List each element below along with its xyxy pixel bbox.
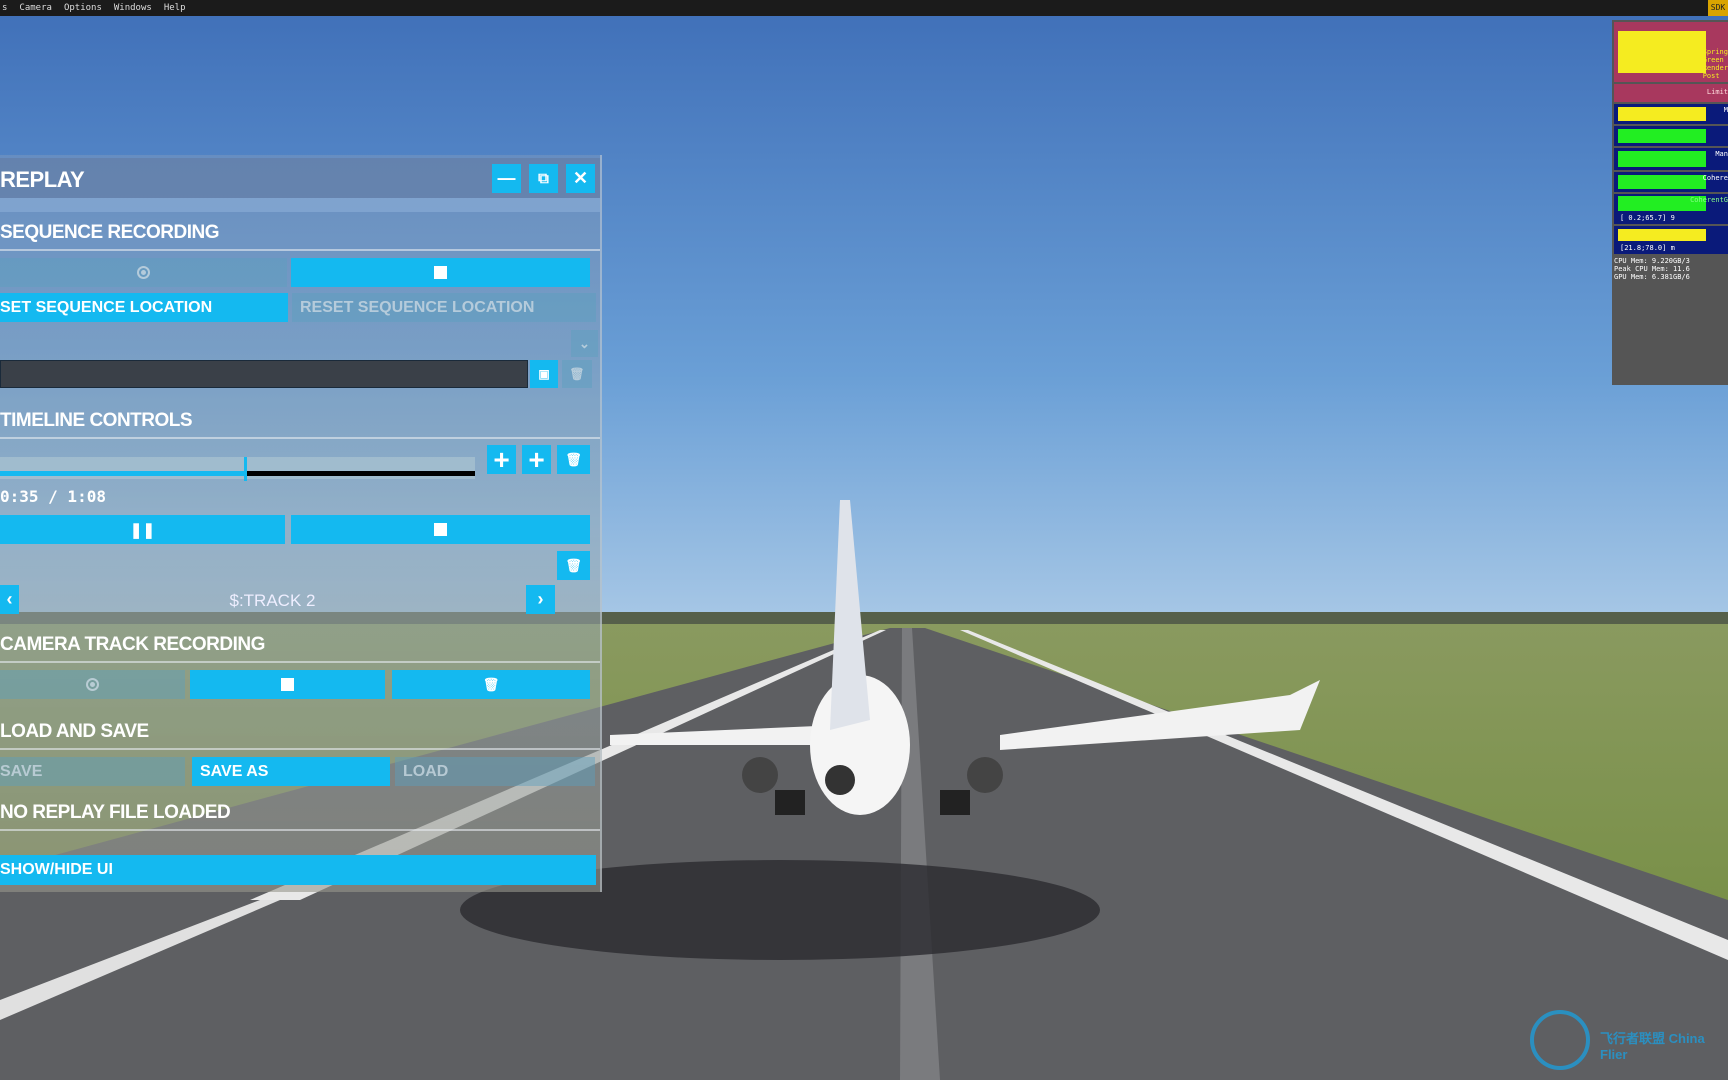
load-button[interactable]: LOAD bbox=[395, 757, 595, 786]
menu-options[interactable]: Options bbox=[64, 3, 102, 13]
graph-label: Man bbox=[1715, 150, 1728, 158]
limit-label: Limit bbox=[1706, 88, 1728, 96]
section-title: TIMELINE CONTROLS bbox=[0, 410, 193, 431]
replay-status: NO REPLAY FILE LOADED bbox=[0, 795, 600, 831]
save-as-button[interactable]: SAVE AS bbox=[192, 757, 390, 786]
set-sequence-location-button[interactable]: SET SEQUENCE LOCATION bbox=[0, 293, 288, 322]
watermark-logo: 飞行者联盟 China Flier bbox=[1530, 1010, 1720, 1070]
watermark-text: 飞行者联盟 China Flier bbox=[1600, 1031, 1705, 1062]
next-track-button[interactable]: › bbox=[526, 585, 555, 614]
timeline-progress bbox=[0, 471, 245, 476]
save-button[interactable]: SAVE bbox=[0, 757, 185, 786]
panel-titlebar[interactable]: REPLAY — ⧉ ✕ bbox=[0, 158, 600, 198]
track-label: $:TRACK 2 bbox=[229, 591, 316, 610]
close-button[interactable]: ✕ bbox=[566, 164, 595, 193]
graph-labels: Spring Green Render Post bbox=[1702, 48, 1728, 80]
status-text: NO REPLAY FILE LOADED bbox=[0, 802, 231, 823]
graph-label: M bbox=[1723, 106, 1728, 114]
memory-stats: CPU Mem: 9.220GB/3 Peak CPU Mem: 11.6 GP… bbox=[1614, 257, 1690, 281]
stop-sequence-button[interactable] bbox=[291, 258, 590, 287]
sequence-name-input[interactable] bbox=[0, 360, 528, 388]
add-marker-button[interactable]: + bbox=[522, 444, 551, 475]
delete-track-button[interactable]: 🗑 bbox=[557, 551, 590, 580]
graph-label: CoherentG bbox=[1690, 196, 1728, 204]
frame-graph: Spring Green Render Post bbox=[1614, 22, 1728, 82]
timeline-slider[interactable] bbox=[0, 457, 475, 481]
section-title: SEQUENCE RECORDING bbox=[0, 222, 220, 243]
show-hide-ui-button[interactable]: SHOW/HIDE UI bbox=[0, 855, 596, 885]
menu-bar: s Camera Options Windows Help SDK bbox=[0, 0, 1728, 16]
menu-help[interactable]: Help bbox=[164, 3, 186, 13]
performance-overlay: Spring Green Render Post Limit M Man Coh… bbox=[1612, 20, 1728, 385]
sdk-button[interactable]: SDK bbox=[1708, 0, 1728, 16]
stop-camera-track-button[interactable] bbox=[190, 670, 385, 699]
camera-track-recording-header: CAMERA TRACK RECORDING bbox=[0, 627, 600, 663]
timeline-handle[interactable] bbox=[243, 457, 247, 481]
menu-item[interactable]: s bbox=[2, 3, 7, 13]
stop-icon bbox=[434, 266, 447, 279]
minimize-button[interactable]: — bbox=[492, 164, 521, 193]
chevron-down-icon[interactable]: ⌄ bbox=[571, 330, 598, 357]
replay-panel: REPLAY — ⧉ ✕ SEQUENCE RECORDING SET SEQU… bbox=[0, 155, 602, 892]
record-icon bbox=[86, 678, 99, 691]
divider bbox=[0, 198, 600, 212]
stop-playback-button[interactable] bbox=[291, 515, 590, 544]
sequence-recording-header: SEQUENCE RECORDING bbox=[0, 215, 600, 251]
stop-icon bbox=[281, 678, 294, 691]
section-title: LOAD AND SAVE bbox=[0, 721, 149, 742]
section-title: CAMERA TRACK RECORDING bbox=[0, 634, 265, 655]
record-icon bbox=[137, 266, 150, 279]
timeline-remaining bbox=[244, 471, 475, 476]
delete-camera-track-button[interactable]: 🗑 bbox=[392, 670, 590, 699]
graph-label: Cohere bbox=[1702, 174, 1728, 182]
trash-icon[interactable]: 🗑 bbox=[562, 360, 592, 388]
delete-keyframe-button[interactable]: 🗑 bbox=[557, 445, 590, 474]
reset-sequence-location-button[interactable]: RESET SEQUENCE LOCATION bbox=[292, 293, 596, 322]
load-and-save-header: LOAD AND SAVE bbox=[0, 714, 600, 750]
stop-icon bbox=[434, 523, 447, 536]
record-camera-track-button[interactable] bbox=[0, 670, 185, 699]
timeline-time: 0:35 / 1:08 bbox=[0, 487, 106, 506]
range-label: [ 0.2;65.7] 9 bbox=[1620, 214, 1675, 222]
popout-button[interactable]: ⧉ bbox=[529, 164, 558, 193]
menu-windows[interactable]: Windows bbox=[114, 3, 152, 13]
add-keyframe-button[interactable]: + bbox=[487, 444, 516, 475]
menu-camera[interactable]: Camera bbox=[19, 3, 52, 13]
range-label: [21.8;78.0] m bbox=[1620, 244, 1675, 252]
pause-button[interactable]: ❚❚ bbox=[0, 515, 285, 544]
panel-title: REPLAY bbox=[0, 167, 85, 192]
logo-icon bbox=[1530, 1010, 1590, 1070]
record-sequence-button[interactable] bbox=[0, 258, 287, 287]
save-icon[interactable]: ▣ bbox=[530, 360, 558, 388]
timeline-controls-header: TIMELINE CONTROLS bbox=[0, 403, 600, 439]
